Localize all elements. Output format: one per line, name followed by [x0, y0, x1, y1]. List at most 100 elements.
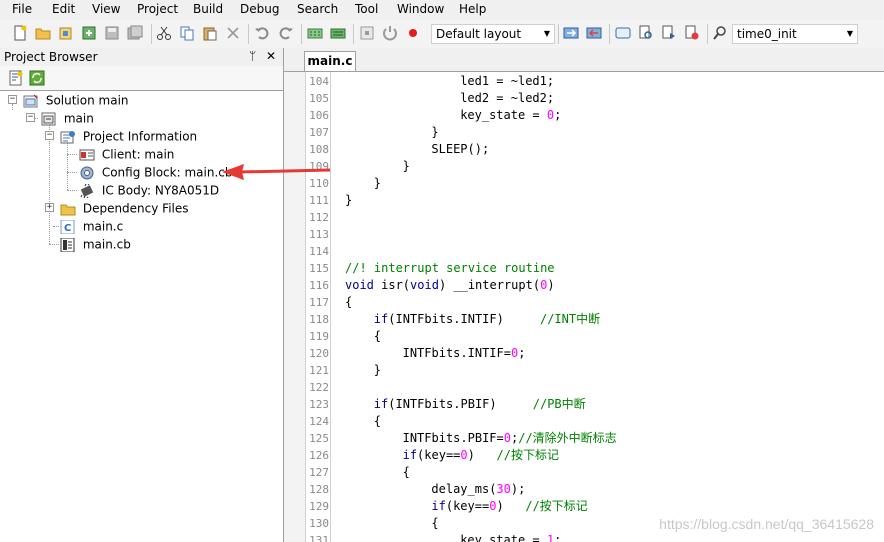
line-number: 111 [309, 194, 329, 207]
code-number: 0 [460, 448, 468, 462]
find-in-files-icon[interactable] [638, 25, 654, 41]
toolbar-separator [151, 24, 152, 44]
code-keyword: if [431, 499, 446, 513]
code-token: (key== [445, 499, 490, 513]
line-number: 121 [309, 364, 329, 377]
tree-connector [49, 122, 50, 244]
clear-bookmarks-icon[interactable] [684, 25, 700, 41]
code-line: } [345, 192, 352, 209]
code-area[interactable]: led1 = ~led1; led2 = ~led2; key_state = 0;… [330, 72, 884, 542]
line-number: 126 [309, 449, 329, 462]
breakpoint-icon[interactable] [405, 25, 421, 41]
code-line: } [374, 362, 381, 379]
code-comment: //PB中断 [532, 397, 586, 411]
tree-item-project[interactable]: main [41, 109, 94, 127]
search-combo-value: time0_init [737, 27, 797, 41]
tree-item-dependency-files[interactable]: Dependency Files [60, 199, 189, 217]
line-number: 124 [309, 415, 329, 428]
code-line: { [403, 464, 410, 481]
delete-icon[interactable] [225, 25, 241, 41]
line-number: 125 [309, 432, 329, 445]
load-layout-icon[interactable] [563, 25, 579, 41]
menu-help[interactable]: Help [459, 2, 486, 16]
menu-edit[interactable]: Edit [52, 2, 75, 16]
tree-connector [67, 190, 77, 191]
window-icon[interactable] [615, 25, 631, 41]
code-keyword: void [345, 278, 374, 292]
toolbar-separator [248, 24, 249, 44]
open-project-icon[interactable] [58, 25, 74, 41]
code-line: key_state = 1; [460, 532, 561, 542]
tree-item-main-c[interactable]: C main.c [60, 217, 123, 235]
menu-build[interactable]: Build [193, 2, 223, 16]
expander-dependency[interactable]: + [45, 203, 54, 212]
code-token: { [431, 516, 439, 530]
menu-project[interactable]: Project [137, 2, 178, 16]
line-number: 122 [309, 381, 329, 394]
config-gear-icon [80, 166, 94, 179]
menu-tool[interactable]: Tool [355, 2, 378, 16]
copy-icon[interactable] [179, 25, 195, 41]
close-icon[interactable]: ✕ [266, 49, 276, 63]
code-editor: main.c 104 105 106 107 108 109 110 111 112 113 114… [284, 48, 884, 542]
code-keyword: if [373, 312, 389, 326]
code-line: led1 = ~led1; [460, 73, 554, 90]
redo-icon[interactable] [278, 25, 294, 41]
open-folder-icon[interactable] [35, 25, 51, 41]
tree-item-ic-body[interactable]: IC Body: NY8A051D [79, 181, 219, 199]
refresh-icon[interactable] [29, 70, 45, 86]
code-line: led2 = ~led2; [460, 90, 554, 107]
bookmark-icon[interactable] [661, 25, 677, 41]
code-token: { [345, 295, 353, 309]
code-line: if(key==0) //按下标记 [403, 447, 559, 464]
code-keyword: void [410, 278, 439, 292]
cut-icon[interactable] [156, 25, 172, 41]
tree-label: Client: main [101, 147, 175, 162]
menu-file[interactable]: File [12, 2, 32, 16]
save-icon[interactable] [104, 25, 120, 41]
line-number: 119 [309, 330, 329, 343]
tree-item-project-information[interactable]: Project Information [60, 127, 197, 145]
tree-item-config-block[interactable]: Config Block: main.cb [79, 163, 232, 181]
code-line: } [403, 158, 410, 175]
pin-icon[interactable]: ᛘ [249, 49, 256, 63]
line-number: 130 [309, 517, 329, 530]
properties-icon[interactable] [8, 70, 24, 86]
menu-view[interactable]: View [92, 2, 120, 16]
save-layout-icon[interactable] [586, 25, 602, 41]
line-number: 118 [309, 313, 329, 326]
tree-item-client[interactable]: Client: main [79, 145, 174, 163]
new-file-icon[interactable] [12, 25, 28, 41]
expander-project[interactable]: − [26, 113, 35, 122]
paste-icon[interactable] [202, 25, 218, 41]
menu-debug[interactable]: Debug [240, 2, 279, 16]
code-token: led1 = ~led1; [460, 74, 555, 88]
reset-icon[interactable] [382, 25, 398, 41]
menu-window[interactable]: Window [397, 2, 444, 16]
layout-combo[interactable]: Default layout ▼ [431, 24, 555, 44]
code-token: led2 = ~led2; [460, 91, 555, 105]
code-line: delay_ms(30); [431, 481, 525, 498]
search-icon[interactable] [712, 25, 728, 41]
toolbar-separator [301, 24, 302, 44]
expander-project-info[interactable]: − [45, 131, 54, 140]
code-line: key_state = 0; [460, 107, 561, 124]
project-browser-titlebar: Project Browser ᛘ ✕ [0, 48, 283, 66]
search-combo[interactable]: time0_init ▼ [732, 24, 858, 44]
menu-search[interactable]: Search [297, 2, 338, 16]
save-all-icon[interactable] [127, 25, 143, 41]
import-project-icon[interactable] [81, 25, 97, 41]
undo-icon[interactable] [254, 25, 270, 41]
code-token: } [373, 176, 382, 190]
code-comment: //按下标记 [496, 448, 559, 462]
tree-item-main-cb[interactable]: main.cb [60, 235, 131, 253]
expander-solution[interactable]: − [8, 95, 17, 104]
rebuild-icon[interactable] [330, 25, 346, 41]
code-comment: //清除外中断标志 [518, 431, 617, 445]
build-icon[interactable] [307, 25, 323, 41]
stop-build-icon[interactable] [359, 25, 375, 41]
tree-item-solution[interactable]: Solution main [23, 91, 129, 109]
tab-main-c[interactable]: main.c [304, 51, 356, 71]
code-token: ) [496, 499, 526, 513]
main-toolbar: Default layout ▼ time0_init ▼ [0, 20, 884, 49]
